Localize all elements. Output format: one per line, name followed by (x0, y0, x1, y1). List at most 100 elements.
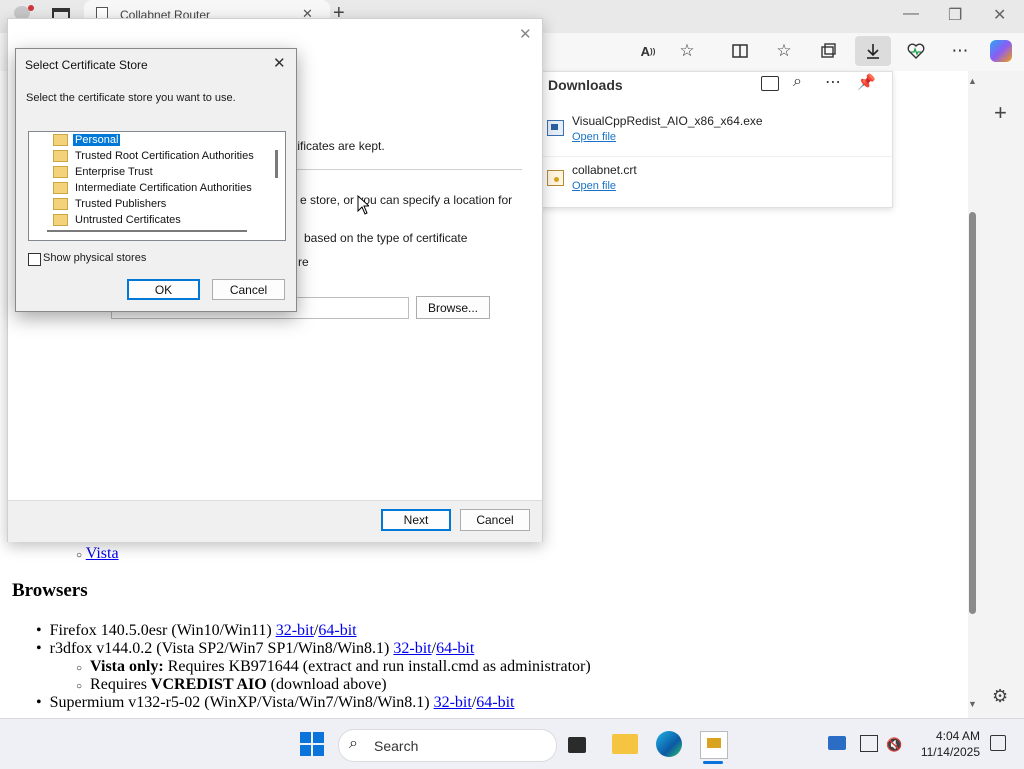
network-icon[interactable] (860, 735, 878, 752)
minimize-button[interactable]: — (903, 5, 919, 23)
select-certificate-store-dialog: Select Certificate Store ✕ Select the ce… (15, 48, 297, 312)
collections-icon[interactable] (814, 37, 842, 65)
browse-button[interactable]: Browse... (416, 296, 490, 319)
file-explorer-icon[interactable] (612, 734, 638, 754)
browser-sidebar (984, 71, 1024, 718)
volume-muted-icon[interactable]: 🔇 (886, 737, 902, 753)
certificate-store-tree[interactable]: Personal Trusted Root Certification Auth… (28, 131, 286, 241)
dialog-instruction: Select the certificate store you want to… (26, 92, 236, 104)
wizard-footer: Next Cancel (8, 500, 542, 542)
download-item-name: collabnet.crt (572, 163, 637, 177)
tree-item-untrusted[interactable]: Untrusted Certificates (29, 212, 183, 228)
dialog-title: Select Certificate Store (25, 58, 148, 72)
more-icon[interactable]: ⋯ (946, 37, 974, 65)
favorite-star-icon[interactable]: ☆ (673, 37, 701, 65)
window-close-button[interactable]: ✕ (993, 5, 1006, 25)
clock-time[interactable]: 4:04 AM (918, 729, 980, 743)
pin-icon[interactable]: 📌 (857, 73, 876, 91)
list-item-requires: ○ Requires VCREDIST AIO (download above) (76, 676, 387, 693)
firefox-32-link[interactable]: 32-bit (276, 622, 314, 639)
read-aloud-icon[interactable]: A)) (634, 37, 662, 65)
tree-vertical-scrollbar[interactable] (275, 150, 278, 178)
wizard-text-certs-kept: rtificates are kept. (290, 139, 385, 153)
downloads-more-icon[interactable]: ⋯ (825, 72, 841, 92)
download-item-name: VisualCppRedist_AIO_x86_x64.exe (572, 114, 763, 128)
tree-item-intermediate[interactable]: Intermediate Certification Authorities (29, 180, 254, 196)
sidebar-add-button[interactable]: + (994, 100, 1007, 126)
vista-list-item: ○ Vista (76, 545, 119, 562)
wizard-text-re: re (298, 255, 309, 269)
wizard-cancel-button[interactable]: Cancel (460, 509, 530, 531)
folder-icon (53, 182, 68, 194)
certificate-file-icon (547, 170, 564, 186)
downloads-icon[interactable] (855, 36, 891, 66)
notification-dot (28, 5, 34, 11)
scroll-down-icon[interactable]: ▼ (968, 699, 977, 709)
tree-item-label: Trusted Publishers (75, 198, 167, 210)
list-item-firefox: • Firefox 140.5.0esr (Win10/Win11) 32-bi… (36, 622, 357, 639)
firefox-text: Firefox 140.5.0esr (Win10/Win11) (49, 622, 276, 639)
sidebar-settings-icon[interactable]: ⚙ (992, 686, 1008, 707)
tree-item-personal[interactable]: Personal (29, 132, 122, 148)
r3dfox-32-link[interactable]: 32-bit (393, 640, 431, 657)
tree-item-label: Untrusted Certificates (75, 214, 181, 226)
show-physical-stores-label: Show physical stores (43, 252, 147, 264)
ok-button[interactable]: OK (127, 279, 200, 300)
scroll-up-icon[interactable]: ▲ (968, 76, 977, 86)
search-downloads-icon[interactable]: ⌕ (793, 73, 802, 91)
split-screen-icon[interactable] (726, 37, 754, 65)
supermium-32-link[interactable]: 32-bit (434, 694, 472, 711)
wizard-divider (290, 169, 522, 170)
browser-essentials-icon[interactable] (902, 37, 930, 65)
task-view-icon[interactable] (568, 737, 586, 753)
copilot-icon[interactable] (990, 40, 1012, 62)
notifications-icon[interactable] (990, 735, 1006, 751)
downloads-title: Downloads (548, 77, 623, 93)
supermium-64-link[interactable]: 64-bit (476, 694, 514, 711)
open-folder-icon[interactable] (761, 76, 779, 91)
requires-text: Requires (90, 676, 151, 693)
divider (539, 156, 892, 157)
tree-item-label: Personal (71, 133, 122, 147)
search-icon: ⌕ (349, 735, 358, 752)
start-icon[interactable] (300, 732, 324, 756)
scrollbar-thumb[interactable] (969, 212, 976, 614)
active-app-indicator (703, 761, 723, 764)
vista-link[interactable]: Vista (86, 545, 119, 562)
mouse-cursor (357, 194, 371, 218)
open-file-link[interactable]: Open file (572, 131, 616, 143)
certificate-app-icon[interactable] (700, 731, 728, 759)
tree-item-label: Enterprise Trust (75, 166, 153, 178)
taskbar-search-box[interactable]: ⌕ Search (338, 729, 557, 762)
tree-horizontal-scrollbar[interactable] (47, 230, 247, 232)
wizard-text-auto-line: based on the type of certificate (304, 231, 468, 245)
maximize-button[interactable]: ❐ (948, 5, 962, 25)
folder-icon (53, 134, 68, 146)
tree-item-trusted-publishers[interactable]: Trusted Publishers (29, 196, 168, 212)
clock-date[interactable]: 11/14/2025 (918, 745, 980, 759)
tree-item-trusted-root[interactable]: Trusted Root Certification Authorities (29, 148, 256, 164)
tray-app-icon[interactable] (828, 736, 846, 750)
tree-item-label: Intermediate Certification Authorities (75, 182, 252, 194)
search-placeholder: Search (374, 738, 419, 754)
wizard-close-button[interactable]: ✕ (519, 25, 532, 43)
browsers-heading: Browsers (12, 580, 88, 601)
list-item-r3dfox: • r3dfox v144.0.2 (Vista SP2/Win7 SP1/Wi… (36, 640, 475, 657)
open-file-link[interactable]: Open file (572, 180, 616, 192)
wizard-text-store-line: e store, or you can specify a location f… (300, 193, 513, 207)
dialog-close-button[interactable]: ✕ (273, 54, 286, 72)
folder-icon (53, 198, 68, 210)
dialog-cancel-button[interactable]: Cancel (212, 279, 285, 300)
tree-item-enterprise-trust[interactable]: Enterprise Trust (29, 164, 155, 180)
folder-icon (53, 150, 68, 162)
next-button[interactable]: Next (381, 509, 451, 531)
folder-icon (53, 214, 68, 226)
folder-icon (53, 166, 68, 178)
r3dfox-64-link[interactable]: 64-bit (436, 640, 474, 657)
show-physical-stores-checkbox[interactable] (28, 253, 41, 266)
firefox-64-link[interactable]: 64-bit (318, 622, 356, 639)
edge-icon[interactable] (656, 731, 682, 757)
list-item-supermium: • Supermium v132-r5-02 (WinXP/Vista/Win7… (36, 694, 515, 711)
downloads-panel: Downloads ⌕ ⋯ 📌 VisualCppRedist_AIO_x86_… (538, 71, 893, 208)
favorites-icon[interactable]: ☆ (770, 37, 798, 65)
